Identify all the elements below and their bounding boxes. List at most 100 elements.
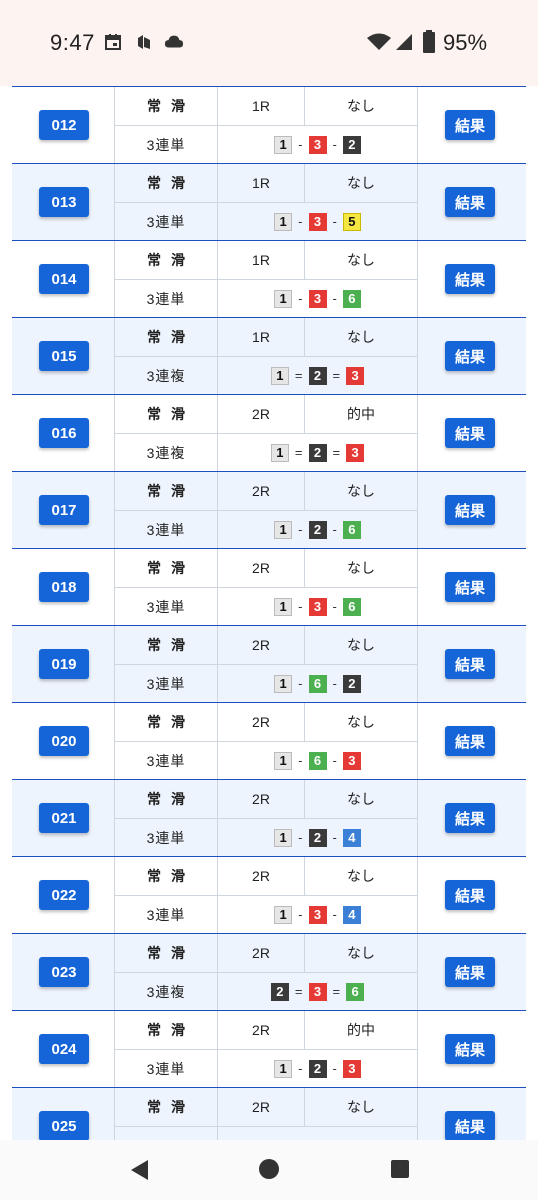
result-button[interactable]: 結果 <box>445 418 495 448</box>
back-icon[interactable] <box>128 1158 150 1182</box>
race-number: 1R <box>252 252 270 268</box>
hit-status: 的中 <box>347 1022 375 1038</box>
race-id-button[interactable]: 023 <box>39 957 89 987</box>
race-number: 2R <box>252 714 270 730</box>
result-button[interactable]: 結果 <box>445 110 495 140</box>
combination: 1-3-5 <box>218 203 417 240</box>
combo-separator: = <box>294 984 303 999</box>
boat-number-badge: 1 <box>274 212 293 231</box>
combo-separator: - <box>332 291 337 306</box>
results-list[interactable]: 011常滑1Rなし3連単1-2-6結果012常滑1Rなし3連単1-3-2結果01… <box>0 86 538 1140</box>
signal-icon <box>396 34 412 50</box>
boat-number-badge: 2 <box>342 135 361 154</box>
table-row: 012 常滑 1R なし 3連単 1-3-2 結果 <box>12 87 526 164</box>
race-number: 2R <box>252 560 270 576</box>
venue-label: 常滑 <box>147 945 195 961</box>
boat-number-badge: 3 <box>308 212 327 231</box>
result-button[interactable]: 結果 <box>445 1034 495 1064</box>
race-id-button[interactable]: 013 <box>39 187 89 217</box>
race-id-button[interactable]: 012 <box>39 110 89 140</box>
race-number: 2R <box>252 1099 270 1115</box>
result-button[interactable]: 結果 <box>445 649 495 679</box>
race-id-button[interactable]: 015 <box>39 341 89 371</box>
result-button[interactable]: 結果 <box>445 726 495 756</box>
boat-number-badge: 1 <box>274 289 293 308</box>
table-row: 020 常滑 2R なし 3連単 1-6-3 結果 <box>12 703 526 780</box>
boat-number-badge: 1 <box>274 597 293 616</box>
boat-number-badge: 3 <box>346 366 365 385</box>
race-number: 1R <box>252 98 270 114</box>
venue-label: 常滑 <box>147 252 195 268</box>
table-row: 022 常滑 2R なし 3連単 1-3-4 結果 <box>12 857 526 934</box>
table-row: 015 常滑 1R なし 3連複 1 = 2 = 3 結果 <box>12 318 526 395</box>
combination: 1-3-4 <box>218 896 417 933</box>
combination <box>218 1127 417 1140</box>
bet-type: 3連複 <box>146 444 186 461</box>
combo-separator: - <box>332 676 337 691</box>
race-id-button[interactable]: 016 <box>39 418 89 448</box>
hit-status: なし <box>347 1099 375 1115</box>
bet-type: 3連単 <box>146 1060 186 1077</box>
race-id-button[interactable]: 017 <box>39 495 89 525</box>
race-number: 2R <box>252 406 270 422</box>
result-button[interactable]: 結果 <box>445 341 495 371</box>
boat-number-badge: 1 <box>270 366 289 385</box>
result-button[interactable]: 結果 <box>445 880 495 910</box>
boat-number-badge: 3 <box>342 751 361 770</box>
race-id-button[interactable]: 019 <box>39 649 89 679</box>
table-row: 013 常滑 1R なし 3連単 1-3-5 結果 <box>12 164 526 241</box>
venue-label: 常滑 <box>147 1099 195 1115</box>
race-number: 2R <box>252 637 270 653</box>
boat-number-badge: 6 <box>308 674 327 693</box>
combo-separator: - <box>332 599 337 614</box>
boat-number-badge: 1 <box>270 443 289 462</box>
home-icon[interactable] <box>258 1158 280 1180</box>
venue-label: 常滑 <box>147 714 195 730</box>
combo-separator: - <box>298 1061 303 1076</box>
table-row: 014 常滑 1R なし 3連単 1-3-6 結果 <box>12 241 526 318</box>
boat-number-badge: 6 <box>346 982 365 1001</box>
boat-number-badge: 3 <box>308 905 327 924</box>
combination: 1 = 2 = 3 <box>218 357 417 394</box>
boat-number-badge: 3 <box>308 597 327 616</box>
combo-separator: - <box>332 753 337 768</box>
race-id-button[interactable]: 020 <box>39 726 89 756</box>
race-number: 2R <box>252 945 270 961</box>
combo-separator: - <box>298 830 303 845</box>
boat-number-badge: 1 <box>274 520 293 539</box>
venue-label: 常滑 <box>147 98 195 114</box>
hit-status: なし <box>347 945 375 961</box>
combo-separator: = <box>294 368 303 383</box>
hit-status: なし <box>347 560 375 576</box>
hit-status: 的中 <box>347 406 375 422</box>
result-button[interactable]: 結果 <box>445 495 495 525</box>
result-button[interactable]: 結果 <box>445 264 495 294</box>
boat-number-badge: 4 <box>342 905 361 924</box>
race-id-button[interactable]: 018 <box>39 572 89 602</box>
battery-percent: 95% <box>443 30 488 55</box>
boat-number-badge: 2 <box>308 366 327 385</box>
race-id-button[interactable]: 014 <box>39 264 89 294</box>
race-number: 2R <box>252 791 270 807</box>
combo-separator: = <box>294 445 303 460</box>
clock: 9:47 <box>50 30 95 55</box>
race-id-button[interactable]: 021 <box>39 803 89 833</box>
race-id-button[interactable]: 022 <box>39 880 89 910</box>
wifi-icon <box>367 33 391 50</box>
boat-number-badge: 2 <box>308 443 327 462</box>
bet-type: 3連単 <box>146 136 186 153</box>
result-button[interactable]: 結果 <box>445 957 495 987</box>
result-button[interactable]: 結果 <box>445 187 495 217</box>
race-id-button[interactable]: 025 <box>39 1111 89 1140</box>
recents-icon[interactable] <box>390 1159 410 1179</box>
venue-label: 常滑 <box>147 329 195 345</box>
venue-label: 常滑 <box>147 637 195 653</box>
race-id-button[interactable]: 024 <box>39 1034 89 1064</box>
result-button[interactable]: 結果 <box>445 803 495 833</box>
race-number: 2R <box>252 483 270 499</box>
result-button[interactable]: 結果 <box>445 1111 495 1140</box>
table-row: 018 常滑 2R なし 3連単 1-3-6 結果 <box>12 549 526 626</box>
calendar-icon <box>105 34 121 50</box>
result-button[interactable]: 結果 <box>445 572 495 602</box>
combo-separator: - <box>332 1061 337 1076</box>
